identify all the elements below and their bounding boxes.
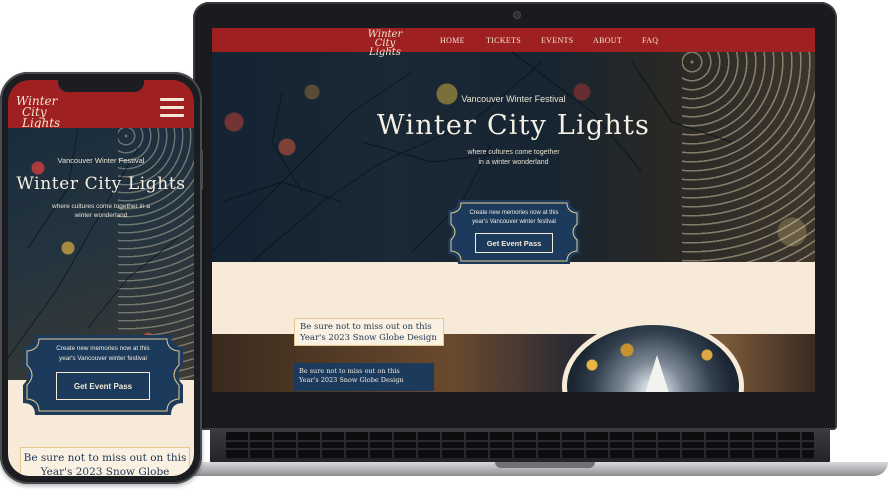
nav-about[interactable]: ABOUT xyxy=(593,36,622,45)
hero-eyebrow: Vancouver Winter Festival xyxy=(461,94,566,104)
get-event-pass-button[interactable]: Get Event Pass xyxy=(475,233,553,253)
ticket-card: Create new memories now at this year's V… xyxy=(448,200,580,264)
hero-title: Winter City Lights xyxy=(376,110,651,141)
promo-dark-line-1: Be sure not to miss out on this xyxy=(299,367,400,375)
mobile-ticket-text: Create new memories now at this year's V… xyxy=(23,344,183,364)
promo-dark-line-2: Year's 2023 Snow Globe Design xyxy=(299,376,404,384)
mobile-ticket-line-1: Create new memories now at this xyxy=(56,345,150,352)
tagline-line-2: in a winter wonderland xyxy=(478,159,549,166)
phone-side-button xyxy=(200,150,203,190)
mobile-logo[interactable]: Winter City Lights xyxy=(16,95,76,130)
mobile-tagline-line-1: where cultures come together in a xyxy=(52,203,150,210)
nav-events[interactable]: EVENTS xyxy=(541,36,573,45)
keyboard xyxy=(226,432,814,458)
promo-line-1: Be sure not to miss out on this xyxy=(300,322,432,332)
mobile-tagline-line-2: winter wonderland xyxy=(74,212,128,219)
mobile-promo-line-1: Be sure not to miss out on this xyxy=(23,452,187,464)
laptop-notch xyxy=(495,462,595,468)
site-logo[interactable]: Winter City Lights xyxy=(365,30,405,58)
snow-globe-image xyxy=(562,320,744,392)
ticket-text-line-1: Create new memories now at this xyxy=(469,210,559,216)
phone-screen: Winter City Lights Vancouver Winter Fest… xyxy=(8,80,194,476)
promo-card: Be sure not to miss out on this Year's 2… xyxy=(294,318,444,346)
keyboard-row xyxy=(226,448,814,450)
camera-icon xyxy=(514,12,520,18)
mobile-hero-title: Winter City Lights xyxy=(16,174,186,194)
mobile-hero-tagline: where cultures come together in a winter… xyxy=(8,202,194,220)
tagline-line-1: where cultures come together xyxy=(467,149,560,156)
mobile-promo-line-2: Year's 2023 Snow Globe Design xyxy=(40,466,170,476)
phone-notch xyxy=(58,80,144,92)
promo-card-dark: Be sure not to miss out on this Year's 2… xyxy=(294,363,434,391)
mobile-hero-eyebrow: Vancouver Winter Festival xyxy=(57,156,145,165)
nav-tickets[interactable]: TICKETS xyxy=(486,36,521,45)
nav-home[interactable]: HOME xyxy=(440,36,465,45)
keyboard-row xyxy=(226,440,814,442)
ticket-text-line-2: year's Vancouver winter festival xyxy=(472,219,556,225)
nav-faq[interactable]: FAQ xyxy=(642,36,658,45)
top-nav: Winter City Lights HOME TICKETS EVENTS A… xyxy=(212,28,815,58)
promo-line-2: Year's 2023 Snow Globe Design xyxy=(300,333,437,343)
mobile-ticket-card: Create new memories now at this year's V… xyxy=(23,335,183,415)
hero-tagline: where cultures come together in a winter… xyxy=(212,148,815,168)
hamburger-icon[interactable] xyxy=(160,98,184,118)
mobile-ticket-line-2: year's Vancouver winter festival xyxy=(59,355,147,362)
mobile-logo-line-2: City Lights xyxy=(22,105,61,130)
laptop-screen: Winter City Lights HOME TICKETS EVENTS A… xyxy=(212,28,815,392)
tree-icon xyxy=(645,355,669,392)
mobile-promo-card: Be sure not to miss out on this Year's 2… xyxy=(20,447,190,476)
ticket-text: Create new memories now at this year's V… xyxy=(448,209,580,227)
mobile-get-event-pass-button[interactable]: Get Event Pass xyxy=(56,372,150,400)
